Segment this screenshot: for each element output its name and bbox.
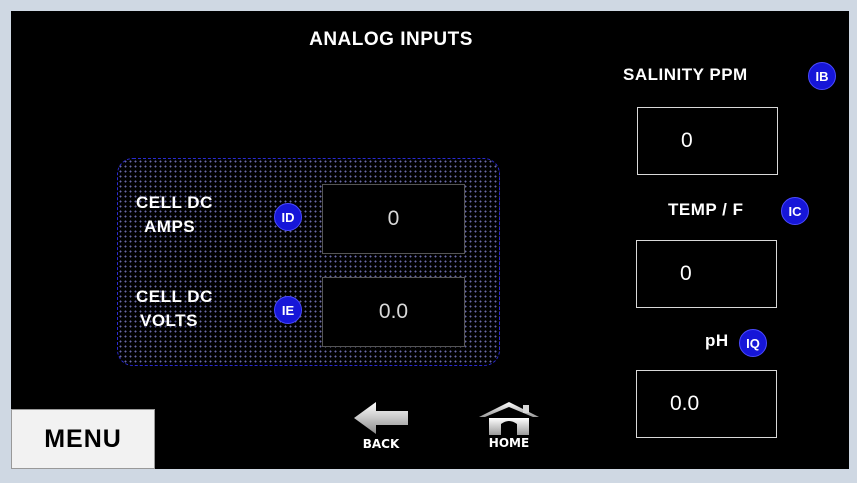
home-button[interactable]: HOME — [474, 400, 544, 456]
salinity-value-field: 0 — [637, 107, 778, 175]
cell-amps-badge: ID — [274, 203, 302, 231]
cell-amps-value: 0 — [387, 207, 400, 230]
temp-value: 0 — [680, 262, 692, 285]
salinity-value: 0 — [681, 129, 693, 152]
hmi-screen: ANALOG INPUTS SALINITY PPM IB 0 TEMP / F… — [11, 11, 849, 469]
ph-value: 0.0 — [670, 392, 700, 415]
ph-badge: IQ — [739, 329, 767, 357]
menu-button-label: MENU — [44, 424, 122, 453]
cell-volts-label-line2: VOLTS — [140, 311, 198, 330]
ph-value-field: 0.0 — [636, 370, 777, 438]
cell-amps-label-line1: CELL DC — [136, 193, 213, 212]
temp-label: TEMP / F — [668, 200, 744, 219]
cell-amps-label-line2: AMPS — [144, 217, 196, 236]
cell-volts-label-line1: CELL DC — [136, 287, 213, 306]
cell-amps-label: CELL DC AMPS — [136, 191, 213, 239]
left-arrow-icon — [354, 402, 408, 434]
cell-volts-value: 0.0 — [378, 300, 409, 323]
salinity-label: SALINITY PPM — [623, 65, 748, 84]
page-title: ANALOG INPUTS — [309, 29, 473, 50]
temp-badge: IC — [781, 197, 809, 225]
menu-button[interactable]: MENU — [11, 409, 155, 469]
back-button[interactable]: BACK — [346, 401, 416, 457]
back-label: BACK — [362, 437, 400, 451]
cell-volts-badge: IE — [274, 296, 302, 324]
house-icon — [479, 402, 539, 435]
salinity-badge: IB — [808, 62, 836, 90]
home-label: HOME — [488, 436, 530, 450]
cell-amps-value-field: 0 — [322, 184, 465, 254]
cell-volts-label: CELL DC VOLTS — [136, 285, 213, 333]
cell-volts-value-field: 0.0 — [322, 277, 465, 347]
temp-value-field: 0 — [636, 240, 777, 308]
ph-label: pH — [705, 331, 729, 350]
